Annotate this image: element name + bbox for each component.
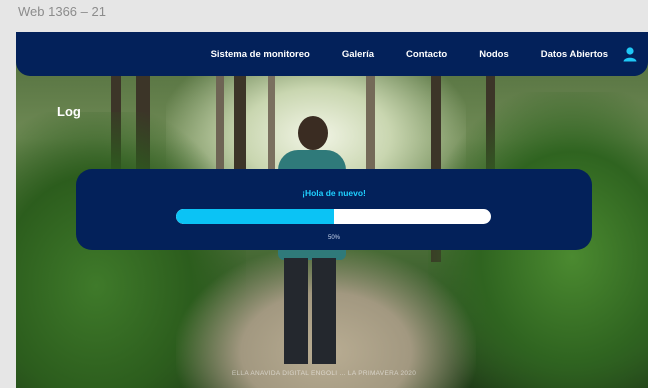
page-title: Log — [57, 104, 81, 119]
welcome-modal: ¡Hola de nuevo! 50% — [76, 169, 592, 250]
nav-item-galeria[interactable]: Galería — [342, 49, 374, 60]
top-navbar: Sistema de monitoreo Galería Contacto No… — [16, 32, 648, 76]
person-leg — [312, 258, 336, 364]
person-leg — [284, 258, 308, 364]
nav-item-datos-abiertos[interactable]: Datos Abiertos — [541, 49, 608, 60]
artboard-label: Web 1366 – 21 — [18, 4, 106, 19]
progress-bar — [176, 209, 491, 224]
progress-percent: 50% — [327, 235, 340, 241]
nav-item-contacto[interactable]: Contacto — [406, 49, 447, 60]
user-icon[interactable] — [622, 46, 638, 62]
person-head — [298, 116, 328, 150]
footer-text: ELLA ANAVIDA DIGITAL ENGOLI ... LA PRIMA… — [231, 370, 417, 377]
nav-item-sistema-de-monitoreo[interactable]: Sistema de monitoreo — [211, 49, 310, 60]
progress-fill — [176, 209, 334, 224]
nav-item-nodos[interactable]: Nodos — [479, 49, 509, 60]
modal-title: ¡Hola de nuevo! — [302, 188, 366, 198]
